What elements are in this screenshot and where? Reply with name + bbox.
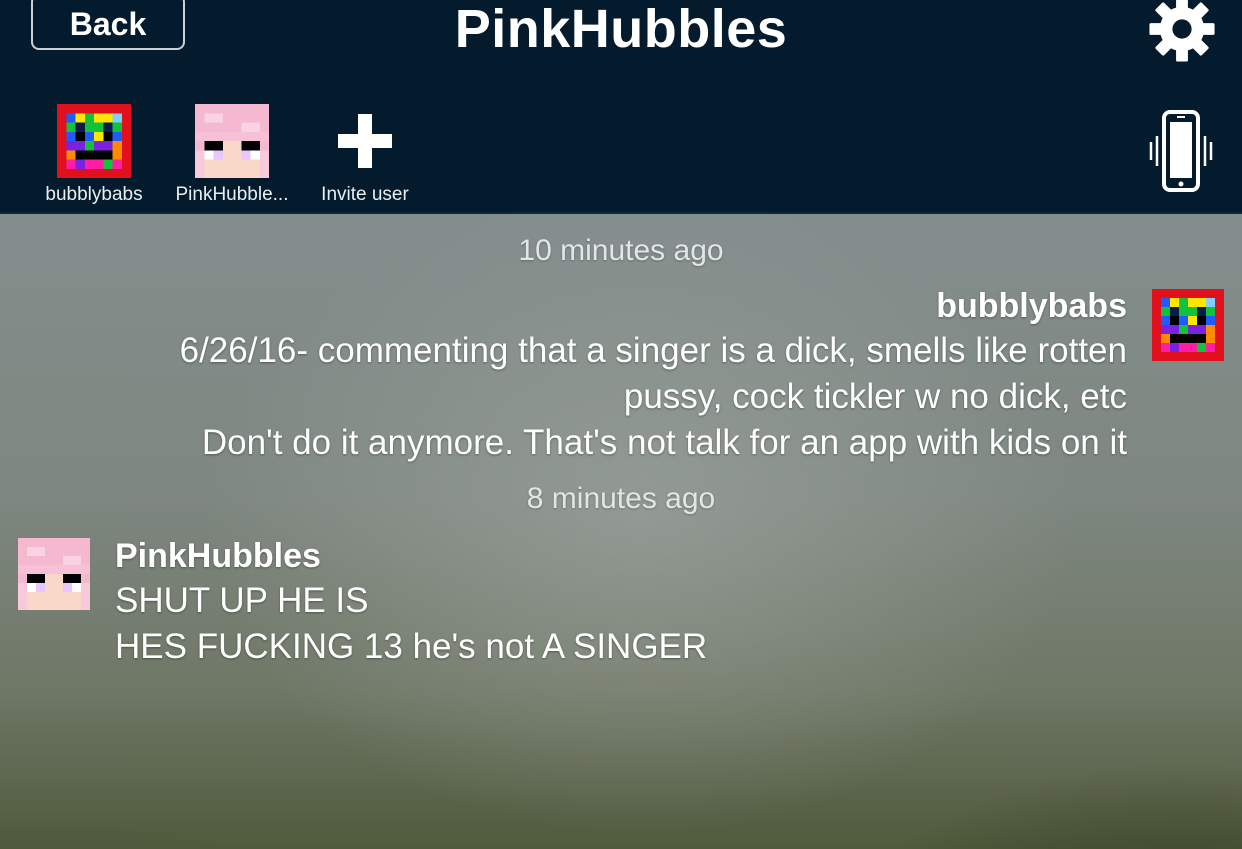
- member-bubblybabs[interactable]: bubblybabs: [34, 104, 154, 206]
- gear-icon[interactable]: [1145, 0, 1219, 66]
- message-sender: bubblybabs: [936, 287, 1127, 325]
- member-label: PinkHubble...: [175, 184, 289, 205]
- message-line: HES FUCKING 13 he's not A SINGER: [115, 627, 708, 666]
- message-list[interactable]: 10 minutes ago bubblybabs 6/26/16- comme…: [0, 214, 1242, 849]
- pink-avatar-icon: [195, 104, 269, 178]
- message-timestamp: 8 minutes ago: [526, 482, 716, 515]
- message-timestamp: 10 minutes ago: [518, 234, 724, 267]
- rainbow-avatar-icon: [57, 104, 131, 178]
- message-sender: PinkHubbles: [115, 537, 321, 575]
- message-line: SHUT UP HE IS: [115, 581, 369, 620]
- member-label: bubblybabs: [45, 184, 143, 205]
- message-pinkhubbles: PinkHubbles SHUT UP HE IS HES FUCKING 13…: [115, 534, 707, 670]
- invite-user-button[interactable]: Invite user: [305, 104, 425, 206]
- back-button[interactable]: Back: [31, 0, 185, 50]
- message-bubblybabs: bubblybabs 6/26/16- commenting that a si…: [180, 284, 1127, 466]
- plus-icon: [338, 114, 392, 168]
- invite-user-label: Invite user: [321, 184, 409, 205]
- pink-avatar-icon[interactable]: [18, 538, 90, 610]
- rainbow-avatar-icon[interactable]: [1152, 289, 1224, 361]
- member-pinkhubbles[interactable]: PinkHubble...: [172, 104, 292, 206]
- phone-vibrate-icon[interactable]: [1146, 110, 1216, 192]
- chat-header: Back PinkHubbles bubblybabs PinkHubble..…: [0, 0, 1242, 214]
- message-line: 6/26/16- commenting that a singer is a d…: [179, 331, 1127, 370]
- conversation-title: PinkHubbles: [454, 0, 788, 59]
- message-line: pussy, cock tickler w no dick, etc: [623, 377, 1127, 416]
- message-line: Don't do it anymore. That's not talk for…: [201, 423, 1127, 462]
